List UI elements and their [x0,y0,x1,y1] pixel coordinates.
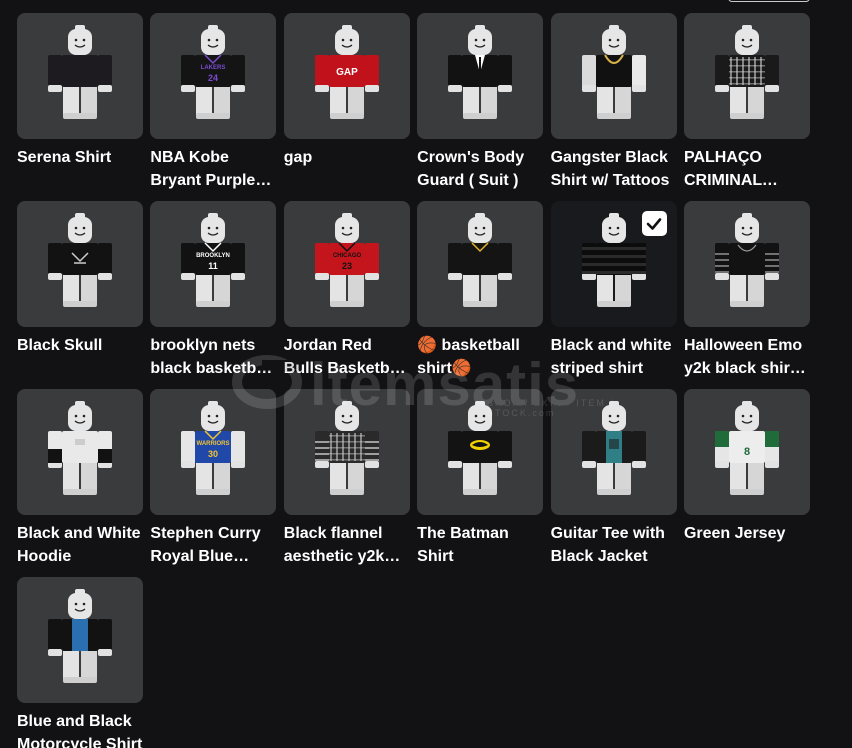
svg-text:GAP: GAP [336,67,358,78]
item-name[interactable]: Green Jersey [684,522,810,545]
avatar-shirt-preview-icon: GAP [314,25,379,119]
item-card[interactable]: Halloween Emo y2k black shirt with chain [683,201,810,389]
svg-text:30: 30 [208,449,218,459]
item-thumbnail[interactable] [17,13,143,139]
item-name[interactable]: Stephen Curry Royal Blue Jersey [150,522,276,568]
avatar-shirt-preview-icon: LAKERS 24 [181,25,246,119]
item-name[interactable]: Blue and Black Motorcycle Shirt [17,710,143,748]
svg-text:23: 23 [342,261,352,271]
avatar-shirt-preview-icon [581,401,646,495]
avatar-shirt-preview-icon: CHICAGO 23 [314,213,379,307]
avatar-shirt-preview-icon [714,25,779,119]
item-thumbnail[interactable] [283,389,410,515]
item-name[interactable]: 🏀 basketball shirt🏀 [417,334,543,380]
item-name[interactable]: Black and White Hoodie [17,522,143,568]
item-card[interactable]: 🏀 basketball shirt🏀 [417,201,544,389]
avatar-shirt-preview-icon [314,401,379,495]
item-name[interactable]: The Batman Shirt [417,522,543,568]
item-name[interactable]: Black and white striped shirt [551,334,677,380]
item-card[interactable]: WARRIORS 30 Stephen Curry Royal Blue Jerse… [150,389,277,577]
item-card[interactable]: Serena Shirt [17,13,143,201]
item-thumbnail[interactable]: LAKERS 24 [150,13,277,139]
item-card[interactable]: Crown's Body Guard ( Suit ) [417,13,544,201]
item-thumbnail[interactable] [17,201,143,327]
item-card[interactable]: PALHAÇO CRIMINAL SHIRT [683,13,810,201]
item-thumbnail[interactable] [417,201,544,327]
svg-text:WARRIORS: WARRIORS [197,441,230,447]
svg-text:BROOKLYN: BROOKLYN [196,253,230,259]
item-name[interactable]: Guitar Tee with Black Jacket [551,522,677,568]
selected-checkbox[interactable] [641,211,667,236]
item-thumbnail[interactable]: 8 [683,389,810,515]
avatar-shirt-preview-icon [48,25,112,119]
avatar-shirt-preview-icon [448,401,513,495]
top-dropdown-button[interactable] [728,0,810,2]
item-grid: Serena Shirt LAKERS 24 NBA Kobe Bryant Purp… [17,13,810,748]
item-thumbnail[interactable]: BROOKLYN 11 [150,201,277,327]
item-card[interactable]: Blue and Black Motorcycle Shirt [17,577,143,748]
inventory-page: Serena Shirt LAKERS 24 NBA Kobe Bryant Purp… [0,0,852,748]
item-name[interactable]: Jordan Red Bulls Basketball Jersey [284,334,410,380]
item-card[interactable]: Black and White Hoodie [17,389,143,577]
item-card[interactable]: Black Skull [17,201,143,389]
item-name[interactable]: Gangster Black Shirt w/ Tattoos [551,146,677,192]
item-card[interactable]: Black flannel aesthetic y2k shirt [283,389,410,577]
item-card[interactable]: Guitar Tee with Black Jacket [550,389,677,577]
item-name[interactable]: Halloween Emo y2k black shirt with chain [684,334,810,380]
avatar-shirt-preview-icon [581,25,646,119]
avatar-shirt-preview-icon [714,213,779,307]
avatar-shirt-preview-icon: BROOKLYN 11 [181,213,246,307]
avatar-shirt-preview-icon [48,213,112,307]
avatar-shirt-preview-icon: 8 [714,401,779,495]
item-card[interactable]: 8 Green Jersey [683,389,810,577]
svg-text:CHICAGO: CHICAGO [333,253,362,259]
item-name[interactable]: Black Skull [17,334,143,357]
item-card[interactable]: The Batman Shirt [417,389,544,577]
item-thumbnail[interactable] [550,201,677,327]
item-thumbnail[interactable]: WARRIORS 30 [150,389,277,515]
avatar-shirt-preview-icon [448,213,513,307]
avatar-shirt-preview-icon [48,589,112,683]
item-thumbnail[interactable]: GAP [283,13,410,139]
item-card[interactable]: CHICAGO 23 Jordan Red Bulls Basketball Jer… [283,201,410,389]
checkmark-icon [646,217,662,230]
item-thumbnail[interactable]: CHICAGO 23 [283,201,410,327]
avatar-shirt-preview-icon [48,401,112,495]
svg-text:24: 24 [208,73,218,83]
item-card[interactable]: Gangster Black Shirt w/ Tattoos [550,13,677,201]
item-thumbnail[interactable] [17,577,143,703]
item-name[interactable]: Crown's Body Guard ( Suit ) [417,146,543,192]
avatar-shirt-preview-icon: WARRIORS 30 [181,401,246,495]
item-card[interactable]: GAP gap [283,13,410,201]
svg-text:11: 11 [209,261,219,271]
item-card[interactable]: BROOKLYN 11 brooklyn nets black basketball… [150,201,277,389]
item-thumbnail[interactable] [550,389,677,515]
item-thumbnail[interactable] [550,13,677,139]
item-name[interactable]: NBA Kobe Bryant Purple Black Jersey [150,146,276,192]
item-thumbnail[interactable] [17,389,143,515]
item-name[interactable]: brooklyn nets black basketball jersey [150,334,276,380]
svg-text:LAKERS: LAKERS [201,65,226,71]
svg-text:8: 8 [744,446,750,458]
item-thumbnail[interactable] [683,201,810,327]
item-card[interactable]: LAKERS 24 NBA Kobe Bryant Purple Black Jer… [150,13,277,201]
item-name[interactable]: gap [284,146,410,169]
item-card[interactable]: Black and white striped shirt [550,201,677,389]
item-thumbnail[interactable] [683,13,810,139]
avatar-shirt-preview-icon [448,25,513,119]
item-thumbnail[interactable] [417,13,544,139]
item-name[interactable]: Black flannel aesthetic y2k shirt [284,522,410,568]
item-name[interactable]: PALHAÇO CRIMINAL SHIRT [684,146,810,192]
item-name[interactable]: Serena Shirt [17,146,143,169]
item-thumbnail[interactable] [417,389,544,515]
